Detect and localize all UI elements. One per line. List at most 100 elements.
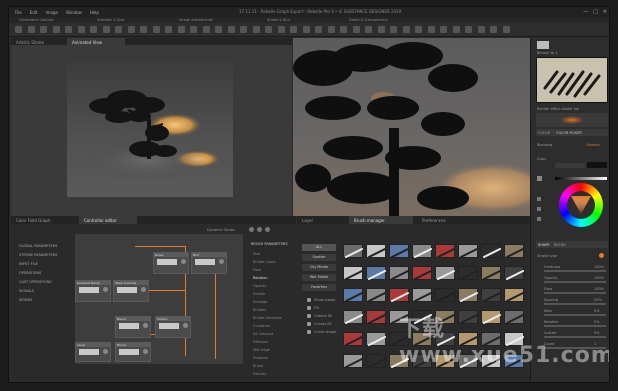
brush-thumbnail[interactable] [366,310,386,324]
brush-thumbnail[interactable] [412,244,432,258]
param-slider[interactable] [544,303,606,305]
brush-thumbnail[interactable] [343,266,363,280]
toolbar-tool-icon[interactable] [377,26,385,33]
tab-preferences[interactable]: Preferences [417,216,477,224]
graph-node[interactable]: Gradient Ramp [75,280,111,302]
toolbar-tool-icon[interactable] [190,26,197,33]
param-row[interactable]: Hardness 100% [536,265,608,274]
toolbar-tool-icon[interactable] [390,26,397,33]
toolbar-tool-icon[interactable] [340,26,347,33]
toolbar-tool-icon[interactable] [252,26,260,33]
brush-category-button[interactable]: Spatter [302,254,336,261]
viewport-right[interactable] [293,38,530,216]
toolbar-tool-icon[interactable] [415,26,422,33]
tab-blend[interactable]: BLEND [554,243,566,247]
brush-thumbnail[interactable] [458,288,478,302]
brush-thumbnail[interactable] [366,244,386,258]
close-button[interactable]: ✕ [603,9,607,15]
node-pin[interactable] [219,259,224,264]
brush-thumbnail[interactable] [481,266,501,280]
brush-param-item[interactable]: Opacity [253,284,266,288]
filter-checkbox[interactable] [307,298,311,302]
brush-param-item[interactable]: Rotation [253,276,268,280]
category-item[interactable]: WORKS [19,298,32,302]
toolbar-tool-icon[interactable] [77,26,85,33]
minimize-button[interactable]: — [583,9,588,15]
category-item[interactable]: CAST OPERATIONS [19,280,52,284]
brush-param-item[interactable]: Density [253,372,266,376]
toolbar-tool-icon[interactable] [177,26,185,33]
eyedropper-icon[interactable] [537,176,542,181]
toolbar-tool-icon[interactable] [315,26,322,33]
node-pin[interactable] [143,349,148,354]
node-pin[interactable] [103,287,108,292]
wheel-tool-icon[interactable] [537,217,541,221]
menu-edit[interactable]: Edit [30,10,38,15]
color-swatch-black[interactable] [587,162,607,168]
graph-node[interactable]: Output [155,316,191,338]
brush-thumbnail[interactable] [435,288,455,302]
menu-image[interactable]: Image [45,10,58,15]
filter-checkbox[interactable] [307,306,311,310]
toolbar-tool-icon[interactable] [365,26,372,33]
toolbar-tool-icon[interactable] [140,26,147,33]
menu-help[interactable]: Help [90,10,99,15]
brush-thumbnail[interactable] [412,266,432,280]
brush-thumbnail[interactable] [343,310,363,324]
category-item[interactable]: GLOBAL PARAMETERS [19,244,57,248]
opacity-slider[interactable] [555,177,607,180]
toolbar-tool-icon[interactable] [277,26,285,33]
brush-thumbnail[interactable] [504,244,524,258]
toolbar-tool-icon[interactable] [65,26,72,33]
brush-thumbnail[interactable] [435,266,455,280]
toolbar-tool-icon[interactable] [102,26,110,33]
toolbar-tool-icon[interactable] [90,26,97,33]
brush-param-item[interactable]: Wet Edge [253,348,270,352]
brush-thumbnail[interactable] [389,288,409,302]
brush-thumbnail[interactable] [481,288,501,302]
param-slider[interactable] [544,281,606,283]
shape-indicator[interactable] [599,253,604,258]
brush-category-button[interactable]: ALL [302,244,336,251]
brush-param-item[interactable]: Pressure [253,356,268,360]
menu-window[interactable]: Window [66,10,82,15]
color-wheel[interactable] [559,183,603,227]
graph-node[interactable]: Blend [115,316,151,338]
tab-color-picker[interactable]: COLOR PICKER [556,131,582,135]
toolbar-tool-icon[interactable] [115,26,122,33]
brush-thumbnail[interactable] [343,244,363,258]
toolbar-tool-icon[interactable] [302,26,310,33]
brush-param-item[interactable]: Bristles [253,308,266,312]
node-pin[interactable] [103,349,108,354]
node-graph[interactable]: Noise Blur Gradient Ramp Warp Controls B… [75,234,243,364]
toolbar-tool-icon[interactable] [427,26,435,33]
brush-thumbnail[interactable] [389,244,409,258]
category-item[interactable]: OPERATIONS [19,271,41,275]
category-item[interactable]: SIGNALS [19,289,34,293]
toolbar-tool-icon[interactable] [165,26,172,33]
color-triangle[interactable] [569,194,593,216]
toolbar-tool-icon[interactable] [40,26,47,33]
node-pin[interactable] [183,323,188,328]
toolbar-tool-icon[interactable] [477,26,485,33]
filter-checkbox[interactable] [307,314,311,318]
toolbar-tool-icon[interactable] [215,26,222,33]
toolbar-tool-icon[interactable] [227,26,235,33]
param-slider[interactable] [544,292,606,294]
brush-thumbnail[interactable] [481,244,501,258]
brush-thumbnail[interactable] [504,266,524,280]
brush-thumbnail[interactable] [366,332,386,346]
brush-thumbnail[interactable] [412,288,432,302]
brush-category-button[interactable]: Wet Media [302,274,336,281]
tab-brush-manager[interactable]: Brush manager [349,216,413,224]
node-pin[interactable] [141,287,146,292]
param-row[interactable]: Opacity 100% [536,276,608,285]
toolbar-tool-icon[interactable] [490,26,497,33]
graph-node[interactable]: Brush [115,342,151,362]
toolbar-tool-icon[interactable] [290,26,297,33]
brush-param-item[interactable]: Bristle Hardness [253,316,282,320]
param-row[interactable]: Spacing 25% [536,298,608,307]
wheel-tool-icon[interactable] [537,207,541,211]
brush-param-item[interactable]: Ink Amount [253,332,273,336]
brush-category-button[interactable]: Favorites [302,284,336,291]
